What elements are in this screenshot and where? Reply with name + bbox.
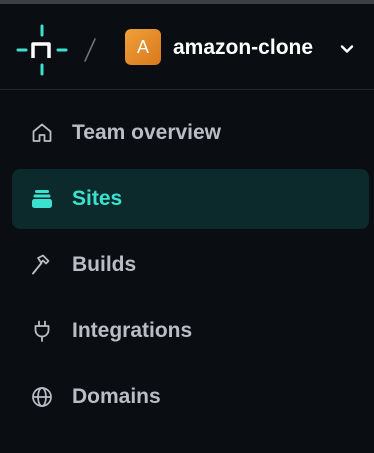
sidebar-item-label: Sites	[72, 187, 123, 210]
home-icon	[32, 123, 52, 142]
chevron-down-icon[interactable]	[339, 41, 355, 57]
sidebar-item-team-overview[interactable]: Team overview	[12, 103, 369, 163]
hammer-icon	[32, 254, 50, 275]
sidebar-item-label: Team overview	[72, 121, 222, 144]
sidebar-header: A amazon-clone	[0, 4, 374, 90]
sites-stack-icon	[32, 190, 52, 208]
sidebar-item-sites[interactable]: Sites	[12, 169, 369, 229]
sidebar: A amazon-clone Team overview Sites Build…	[0, 4, 374, 453]
sidebar-item-builds[interactable]: Builds	[12, 235, 369, 295]
sidebar-item-label: Domains	[72, 385, 161, 408]
netlify-logo-icon[interactable]	[16, 24, 68, 76]
sidebar-item-integrations[interactable]: Integrations	[12, 301, 369, 361]
plug-icon	[34, 320, 50, 342]
sidebar-item-label: Integrations	[72, 319, 193, 342]
team-avatar[interactable]: A	[125, 29, 161, 65]
team-name[interactable]: amazon-clone	[173, 34, 313, 62]
breadcrumb-separator	[84, 38, 96, 62]
sidebar-item-label: Builds	[72, 253, 137, 276]
globe-icon	[32, 387, 52, 407]
sidebar-item-domains[interactable]: Domains	[12, 367, 369, 427]
